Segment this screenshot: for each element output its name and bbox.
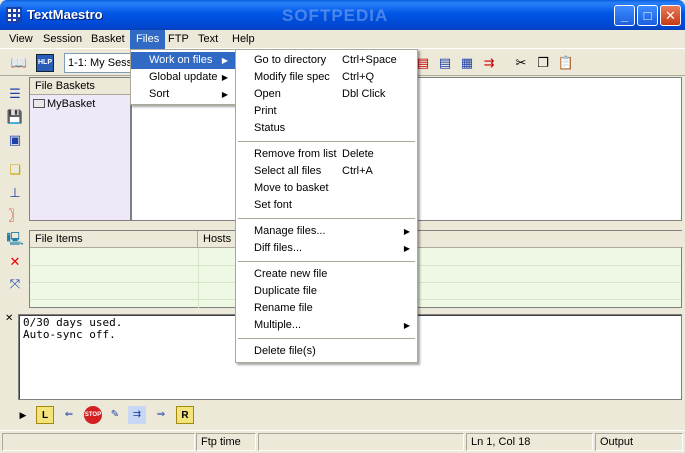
menu-delete-files[interactable]: Delete file(s)	[236, 343, 417, 360]
menu-create-new-file[interactable]: Create new file	[236, 266, 417, 283]
upload-icon[interactable]: ⊥	[6, 184, 24, 202]
output-close-icon[interactable]: ✕	[5, 313, 13, 324]
stop-icon[interactable]: STOP	[84, 406, 102, 424]
status-cell-blank	[258, 433, 464, 451]
submenu-arrow-icon: ▶	[403, 321, 410, 330]
status-panel: Output	[595, 433, 683, 451]
menu-select-all-files[interactable]: Select all files Ctrl+A	[236, 163, 417, 180]
menu-ftp[interactable]: FTP	[162, 30, 195, 49]
menu-separator	[238, 141, 415, 142]
grid-col-line	[198, 248, 199, 308]
copy-icon[interactable]: ❐	[534, 54, 552, 72]
list-icon[interactable]: ☰	[6, 85, 24, 103]
app-icon	[6, 7, 22, 23]
menu-separator	[238, 218, 415, 219]
submenu-arrow-icon: ▶	[221, 56, 228, 65]
menu-modify-file-spec[interactable]: Modify file spec Ctrl+Q	[236, 69, 417, 86]
right-arrow-icon[interactable]: ⇒	[152, 406, 170, 424]
paste-icon[interactable]: 📋	[557, 54, 575, 72]
status-cell-empty	[2, 433, 195, 451]
status-ftp: Ftp time	[196, 433, 256, 451]
menu-basket[interactable]: Basket	[85, 30, 131, 49]
network-icon[interactable]: ⤧	[6, 275, 24, 293]
menu-go-to-directory[interactable]: Go to directory Ctrl+Space	[236, 52, 417, 69]
r-box-icon[interactable]: R	[176, 406, 194, 424]
menu-session[interactable]: Session	[37, 30, 88, 49]
menu-remove-from-list[interactable]: Remove from list Delete	[236, 146, 417, 163]
status-position: Ln 1, Col 18	[466, 433, 593, 451]
menu-help[interactable]: Help	[226, 30, 261, 49]
menu-separator	[238, 261, 415, 262]
baskets-pane[interactable]: File Baskets MyBasket	[29, 77, 132, 221]
minimize-button[interactable]: _	[614, 5, 635, 26]
edit-doc-icon[interactable]: ✎	[106, 406, 124, 424]
cut-icon[interactable]: ✂	[512, 54, 530, 72]
stack-icon[interactable]: ❏	[6, 161, 24, 179]
broadcast-icon[interactable]: 〗	[6, 207, 24, 225]
close-button[interactable]: ✕	[660, 5, 681, 26]
file-items-header[interactable]: File Items	[30, 231, 198, 248]
maximize-button[interactable]: □	[637, 5, 658, 26]
submenu-arrow-icon: ▶	[221, 90, 228, 99]
menu-separator	[238, 338, 415, 339]
menu-duplicate-file[interactable]: Duplicate file	[236, 283, 417, 300]
menu-status[interactable]: Status	[236, 120, 417, 137]
right-arrow-r-icon[interactable]: ⇉	[128, 406, 146, 424]
bottom-toolbar: ▶ L ⇐ STOP ✎ ⇉ ⇒ R	[10, 404, 200, 426]
help-book-icon[interactable]: HLP	[36, 54, 54, 72]
menu-print[interactable]: Print	[236, 103, 417, 120]
delete-icon[interactable]: ✕	[6, 253, 24, 271]
files-menu: Work on files ▶ Global update ▶ Sort ▶	[130, 49, 236, 105]
menu-text[interactable]: Text	[192, 30, 224, 49]
folder-icon	[33, 99, 45, 108]
menu-manage-files[interactable]: Manage files... ▶	[236, 223, 417, 240]
menu-diff-files[interactable]: Diff files... ▶	[236, 240, 417, 257]
status-bar: Ftp time Ln 1, Col 18 Output	[0, 430, 685, 453]
menu-work-on-files[interactable]: Work on files ▶	[131, 52, 235, 69]
menu-move-to-basket[interactable]: Move to basket	[236, 180, 417, 197]
copy-doc-icon[interactable]: ▤	[436, 54, 454, 72]
basket-label: MyBasket	[47, 98, 96, 110]
l-box-icon[interactable]: L	[36, 406, 54, 424]
baskets-header[interactable]: File Baskets	[30, 78, 132, 95]
watermark: SOFTPEDIA	[282, 6, 389, 25]
window-icon[interactable]: ▣	[6, 131, 24, 149]
window-title: TextMaestro	[27, 7, 103, 22]
submenu-arrow-icon: ▶	[403, 227, 410, 236]
book-icon[interactable]: 📖	[10, 54, 28, 72]
menu-bar: View Session Basket Files FTP Text Help	[0, 30, 685, 49]
menu-open[interactable]: Open Dbl Click	[236, 86, 417, 103]
submenu-arrow-icon: ▶	[403, 244, 410, 253]
menu-rename-file[interactable]: Rename file	[236, 300, 417, 317]
work-on-files-menu: Go to directory Ctrl+Space Modify file sp…	[235, 49, 418, 363]
side-toolbar: ☰ 💾 ▣ ❏ ⊥ 〗 🖳 ✕ ⤧	[0, 77, 28, 312]
menu-files[interactable]: Files	[130, 30, 166, 49]
save-icon[interactable]: 💾	[6, 108, 24, 126]
computer-icon[interactable]: 🖳	[6, 230, 24, 248]
session-combo[interactable]: 1-1: My Session	[64, 53, 136, 73]
basket-item[interactable]: MyBasket	[33, 97, 95, 111]
menu-multiple[interactable]: Multiple... ▶	[236, 317, 417, 334]
menu-sort[interactable]: Sort ▶	[131, 86, 235, 103]
title-bar[interactable]: TextMaestro SOFTPEDIA _ □ ✕	[0, 0, 685, 30]
doc-list-icon[interactable]: ▦	[458, 54, 476, 72]
menu-view[interactable]: View	[3, 30, 39, 49]
submenu-arrow-icon: ▶	[221, 73, 228, 82]
doc-arrows-icon[interactable]: ⇉	[480, 54, 498, 72]
play-icon[interactable]: ▶	[14, 406, 32, 424]
left-arrow-icon[interactable]: ⇐	[60, 406, 78, 424]
menu-global-update[interactable]: Global update ▶	[131, 69, 235, 86]
menu-set-font[interactable]: Set font	[236, 197, 417, 214]
